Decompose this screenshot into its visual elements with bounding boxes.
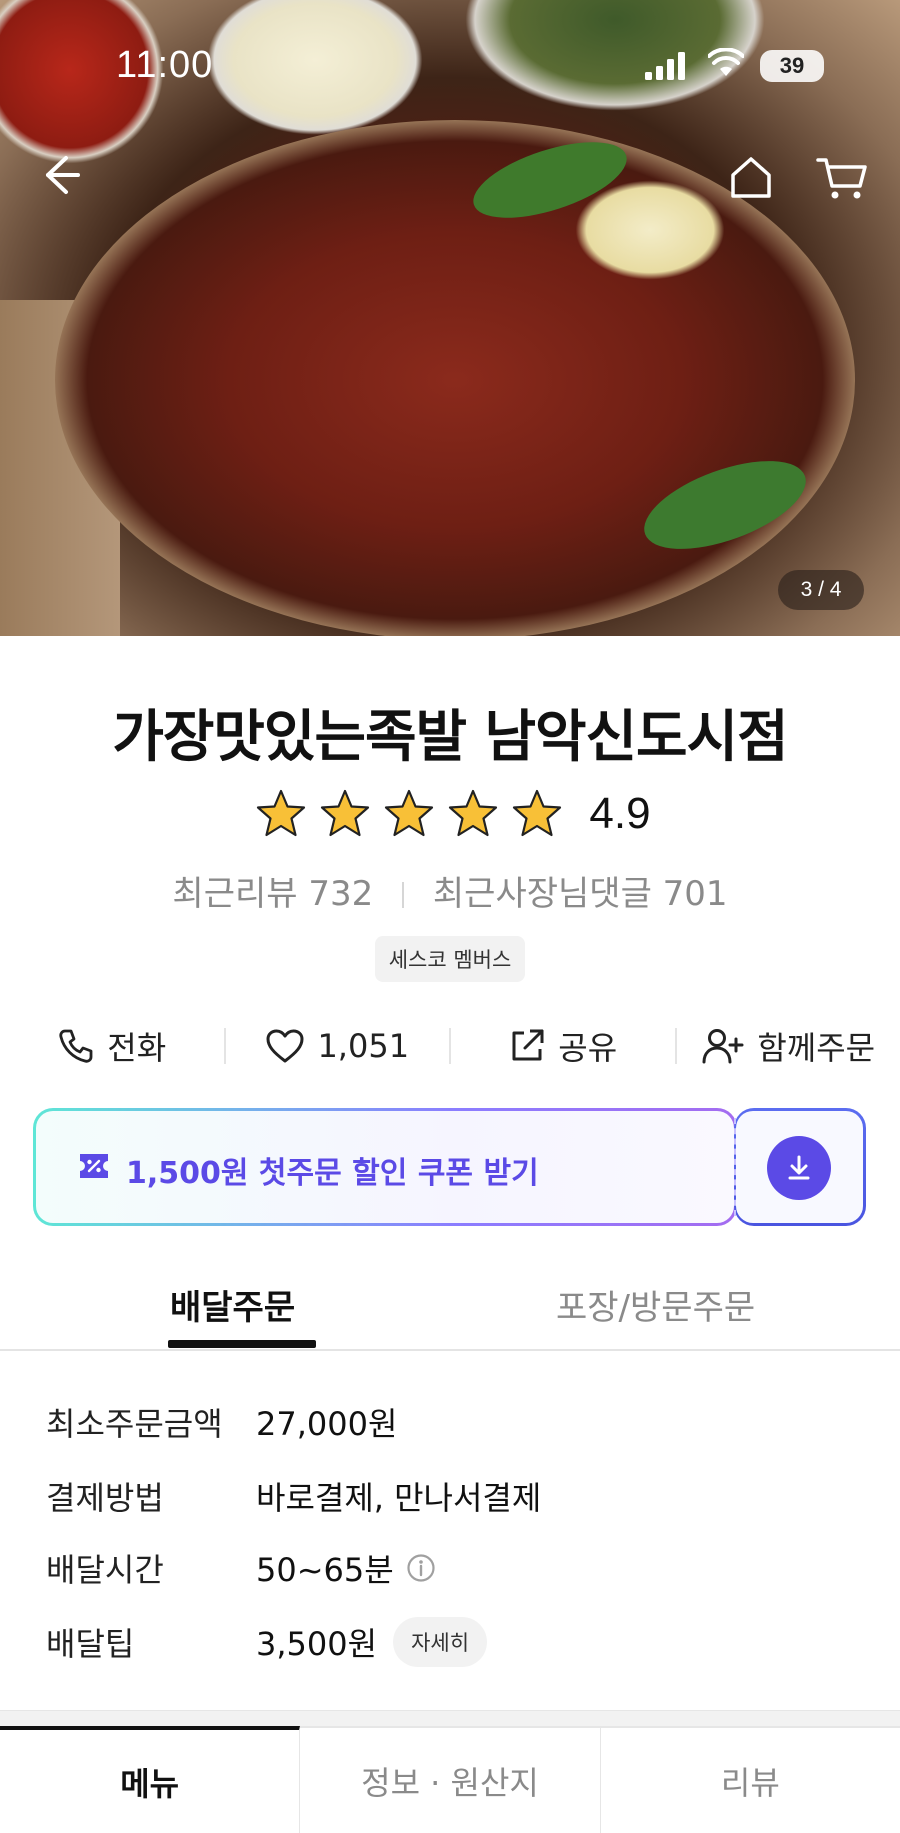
section-divider [0,1710,900,1726]
tip-detail-button[interactable]: 자세히 [393,1617,488,1667]
owner-replies-label: 최근사장님댓글 [432,874,652,914]
order-type-tabs: 배달주문 포장/방문주문 [0,1270,900,1350]
phone-icon [59,1029,93,1063]
store-content-tabs: 메뉴 정보 · 원산지 리뷰 [0,1726,900,1833]
delivery-tip-value: 3,500원 [256,1625,378,1663]
favorite-button[interactable]: 1,051 [226,1027,450,1065]
delivery-time-value-group: 50~65분 [256,1545,436,1591]
favorite-count: 1,051 [317,1027,410,1065]
recent-reviews-count: 732 [308,874,374,914]
tab-pickup-order[interactable]: 포장/방문주문 [556,1280,755,1329]
download-icon [788,1155,810,1180]
share-label: 공유 [558,1029,618,1067]
home-icon[interactable] [728,154,774,200]
delivery-time-label: 배달시간 [46,1551,164,1589]
star-icon [513,789,562,837]
rating-value: 4.9 [589,789,651,838]
heart-icon [266,1029,304,1063]
status-bar: 11:00 39 [0,0,900,130]
tab-menu[interactable]: 메뉴 [0,1726,301,1833]
star-icon [385,789,434,837]
add-person-icon [702,1029,744,1064]
payment-method-value: 바로결제, 만나서결제 [256,1479,542,1517]
divider [0,1349,900,1351]
active-tab-indicator [168,1340,316,1348]
store-name: 가장맛있는족발 남악신도시점 [112,705,788,770]
star-icon [449,789,498,837]
tab-delivery-order[interactable]: 배달주문 [170,1280,295,1329]
tab-info-origin[interactable]: 정보 · 원산지 [300,1726,601,1833]
action-row: 전화 1,051 공유 함께주문 [0,1014,900,1078]
delivery-time-row: 배달시간 50~65분 [46,1540,866,1596]
call-button[interactable]: 전화 [0,1023,224,1069]
image-counter: 3 / 4 [778,570,864,610]
cesco-members-badge: 세스코 멤버스 [374,936,526,982]
coupon-icon [80,1154,108,1178]
coupon-label: 1,500원 첫주문 할인 쿠폰 받기 [126,1156,539,1191]
coupon-download-button[interactable] [767,1136,831,1200]
delivery-tip-label: 배달팁 [46,1625,135,1663]
back-arrow-icon[interactable] [36,150,86,200]
min-order-label: 최소주문금액 [46,1405,223,1443]
signal-icon [645,52,685,80]
wifi-icon [708,48,744,76]
tab-reviews[interactable]: 리뷰 [600,1726,900,1833]
battery-indicator: 39 [760,50,824,82]
min-order-value: 27,000원 [256,1405,398,1443]
cart-icon[interactable] [816,154,868,202]
info-icon[interactable] [406,1553,436,1583]
star-icon [321,789,370,837]
payment-method-label: 결제방법 [46,1479,164,1517]
hero-bean-sprouts [575,180,725,280]
group-order-label: 함께주문 [757,1029,876,1067]
status-time: 11:00 [116,44,214,86]
share-button[interactable]: 공유 [451,1023,675,1069]
delivery-time-value: 50~65분 [256,1551,394,1589]
review-stats[interactable]: 최근리뷰 732 최근사장님댓글 701 [0,866,900,915]
payment-method-row: 결제방법 바로결제, 만나서결제 [46,1468,866,1524]
star-icon [257,789,306,837]
recent-reviews-label: 최근리뷰 [172,874,298,914]
min-order-row: 최소주문금액 27,000원 [46,1394,866,1450]
share-icon [512,1029,544,1061]
owner-replies-count: 701 [662,874,728,914]
delivery-tip-value-group: 3,500원 자세히 [256,1617,488,1667]
coupon-dashed-divider [734,1118,736,1216]
delivery-tip-row: 배달팁 3,500원 자세히 [46,1614,866,1670]
divider [402,882,405,908]
rating-row[interactable]: 4.9 [0,784,900,844]
group-order-button[interactable]: 함께주문 [677,1023,900,1069]
call-label: 전화 [107,1029,167,1067]
